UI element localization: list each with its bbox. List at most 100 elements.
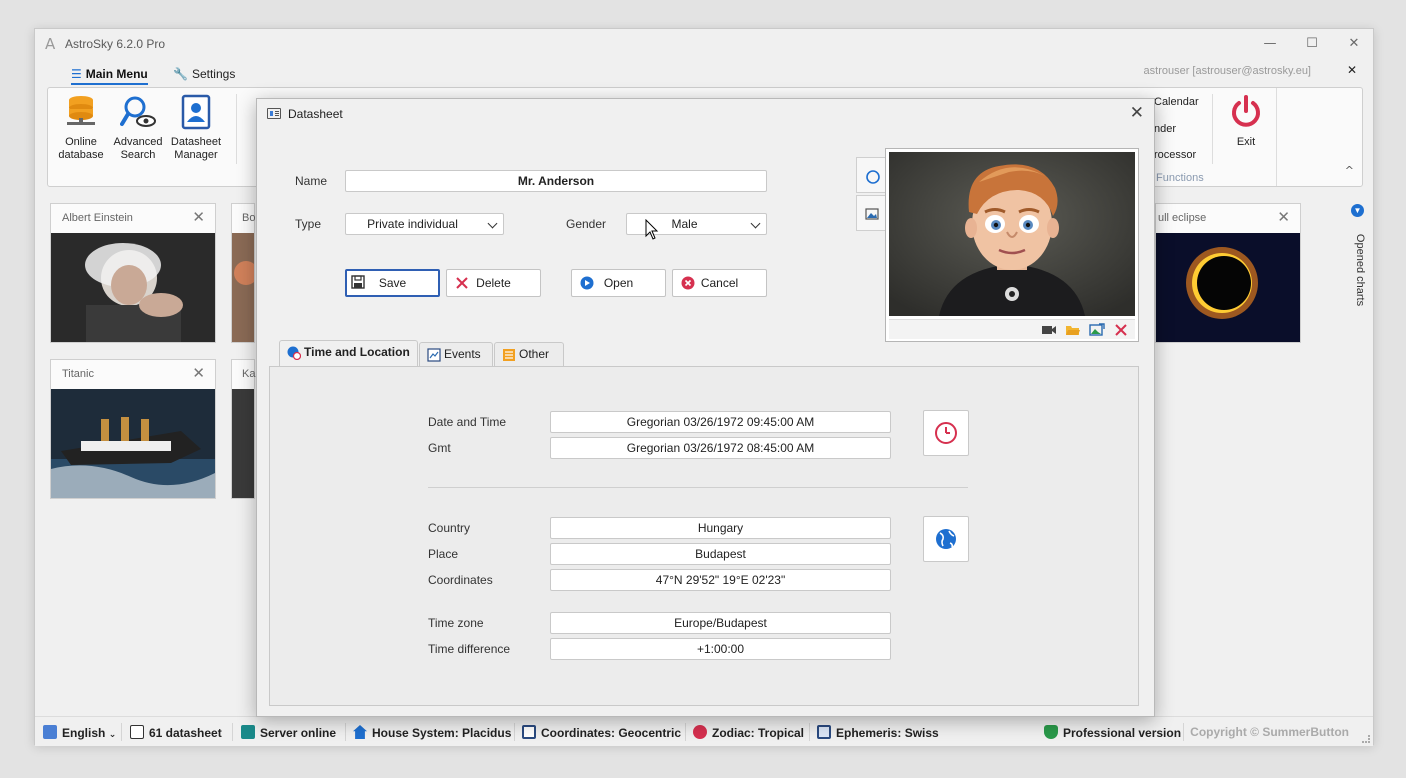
- status-separator: [514, 723, 515, 741]
- coordinates-field[interactable]: 47°N 29'52" 19°E 02'23": [550, 569, 891, 591]
- close-window-button[interactable]: ✕: [1341, 34, 1367, 54]
- tab-events[interactable]: Events: [419, 342, 493, 366]
- date-time-field[interactable]: Gregorian 03/26/1972 09:45:00 AM: [550, 411, 891, 433]
- status-separator: [121, 723, 122, 741]
- ribbon-item-processor[interactable]: rocessor: [1154, 149, 1196, 161]
- country-field[interactable]: Hungary: [550, 517, 891, 539]
- type-select[interactable]: Private individual: [345, 213, 504, 235]
- advanced-search-button[interactable]: Advanced Search: [108, 94, 168, 162]
- photo-toolbar: [889, 319, 1135, 339]
- hamburger-icon: ☰: [71, 67, 82, 81]
- close-icon[interactable]: ✕: [192, 208, 205, 226]
- ribbon-separator: [1276, 88, 1277, 186]
- exit-label: Exit: [1236, 136, 1256, 148]
- close-icon[interactable]: ✕: [192, 364, 205, 382]
- tab-time-and-location[interactable]: Time and Location: [279, 340, 418, 366]
- house-system[interactable]: House System: Placidus: [353, 725, 511, 740]
- app-logo-icon: A: [45, 35, 56, 53]
- time-zone-field[interactable]: Europe/Budapest: [550, 612, 891, 634]
- advanced-search-label-1: Advanced: [113, 136, 163, 148]
- tab-other-label: Other: [519, 347, 550, 361]
- resize-grip[interactable]: [1362, 735, 1370, 743]
- location-picker-button[interactable]: [923, 516, 969, 562]
- cancel-button-label: Cancel: [700, 276, 739, 290]
- ribbon-item-nder[interactable]: nder: [1154, 123, 1176, 135]
- ephemeris-type[interactable]: Ephemeris: Swiss: [817, 725, 939, 740]
- card-thumbnail: [232, 389, 254, 498]
- remove-image-icon[interactable]: [1113, 323, 1129, 337]
- coordinate-system-label: Coordinates: Geocentric: [541, 726, 682, 740]
- logout-close-button[interactable]: ✕: [1347, 63, 1357, 77]
- card-title: Titanic: [62, 368, 94, 380]
- country-label: Country: [428, 521, 471, 535]
- chart-wheel-tab[interactable]: [856, 157, 886, 193]
- image-export-icon[interactable]: [1089, 323, 1105, 337]
- time-difference-field[interactable]: +1:00:00: [550, 638, 891, 660]
- chart-card-einstein[interactable]: Albert Einstein ✕: [50, 203, 216, 343]
- time-picker-button[interactable]: [923, 410, 969, 456]
- floppy-disk-icon: [351, 275, 365, 289]
- status-separator: [232, 723, 233, 741]
- server-icon: [241, 725, 255, 739]
- tab-settings-label: Settings: [191, 67, 236, 81]
- opened-charts-panel[interactable]: ▼ Opened charts: [1349, 204, 1369, 334]
- house-icon: [353, 725, 367, 739]
- delete-button[interactable]: Delete: [446, 269, 541, 297]
- coordinate-system[interactable]: Coordinates: Geocentric: [522, 725, 681, 740]
- gmt-field[interactable]: Gregorian 03/26/1972 08:45:00 AM: [550, 437, 891, 459]
- online-database-button[interactable]: Online database: [51, 94, 111, 162]
- datasheet-manager-label-1: Datasheet: [170, 136, 222, 148]
- portrait-photo: [889, 152, 1135, 316]
- shield-check-icon: [1044, 725, 1058, 739]
- chevron-down-icon: [750, 218, 761, 229]
- database-icon: [63, 94, 99, 130]
- chart-card-eclipse[interactable]: ull eclipse ✕: [1155, 203, 1301, 343]
- tab-events-label: Events: [444, 347, 481, 361]
- chart-card-partial[interactable]: Kar: [231, 359, 259, 499]
- folder-open-icon[interactable]: [1065, 323, 1081, 337]
- server-status-label: Server online: [260, 726, 337, 740]
- photo-tab[interactable]: [856, 195, 886, 231]
- tab-other[interactable]: Other: [494, 342, 564, 366]
- open-button[interactable]: Open: [571, 269, 666, 297]
- tab-main-menu[interactable]: ☰ Main Menu: [71, 63, 148, 85]
- mouse-cursor-icon: [645, 219, 659, 240]
- events-icon: [427, 348, 441, 362]
- zodiac-type[interactable]: Zodiac: Tropical: [693, 725, 804, 740]
- exit-button[interactable]: Exit: [1216, 94, 1276, 149]
- globe-clock-icon: [287, 346, 301, 360]
- ribbon-item-calendar[interactable]: Calendar: [1154, 96, 1199, 108]
- minimize-button[interactable]: —: [1257, 34, 1283, 54]
- place-label: Place: [428, 547, 459, 561]
- ribbon-collapse-button[interactable]: ^: [1345, 164, 1354, 177]
- chart-card-titanic[interactable]: Titanic ✕: [50, 359, 216, 499]
- type-select-value: Private individual: [367, 217, 458, 231]
- cancel-button[interactable]: Cancel: [672, 269, 767, 297]
- tab-settings[interactable]: 🔧 Settings: [173, 63, 235, 85]
- card-thumbnail: [51, 389, 215, 498]
- datasheet-manager-button[interactable]: Datasheet Manager: [166, 94, 226, 162]
- name-label: Name: [295, 174, 328, 188]
- time-difference-label: Time difference: [428, 642, 511, 656]
- datasheet-count[interactable]: 61 datasheet: [130, 725, 222, 740]
- maximize-button[interactable]: ☐: [1299, 34, 1325, 54]
- datasheet-dialog: Datasheet ✕ Name Mr. Anderson Type Priva…: [256, 98, 1155, 717]
- language-selector[interactable]: English ⌄: [43, 725, 116, 740]
- save-button[interactable]: Save: [345, 269, 440, 297]
- close-icon: [456, 277, 468, 289]
- dialog-close-button[interactable]: ✕: [1130, 103, 1144, 123]
- close-icon[interactable]: ✕: [1277, 208, 1290, 226]
- chart-card-partial[interactable]: Bor: [231, 203, 259, 343]
- open-button-label: Open: [603, 276, 634, 290]
- place-field[interactable]: Budapest: [550, 543, 891, 565]
- tab-main-menu-label: Main Menu: [85, 67, 148, 81]
- ephemeris-type-label: Ephemeris: Swiss: [836, 726, 939, 740]
- ribbon-separator: [1212, 94, 1213, 164]
- zodiac-icon: [693, 725, 707, 739]
- name-input[interactable]: Mr. Anderson: [345, 170, 767, 192]
- opened-charts-label: Opened charts: [1354, 233, 1366, 307]
- camera-icon[interactable]: [1041, 323, 1057, 337]
- server-status[interactable]: Server online: [241, 725, 336, 740]
- version-badge: Professional version: [1044, 725, 1181, 740]
- version-label: Professional version: [1063, 726, 1182, 740]
